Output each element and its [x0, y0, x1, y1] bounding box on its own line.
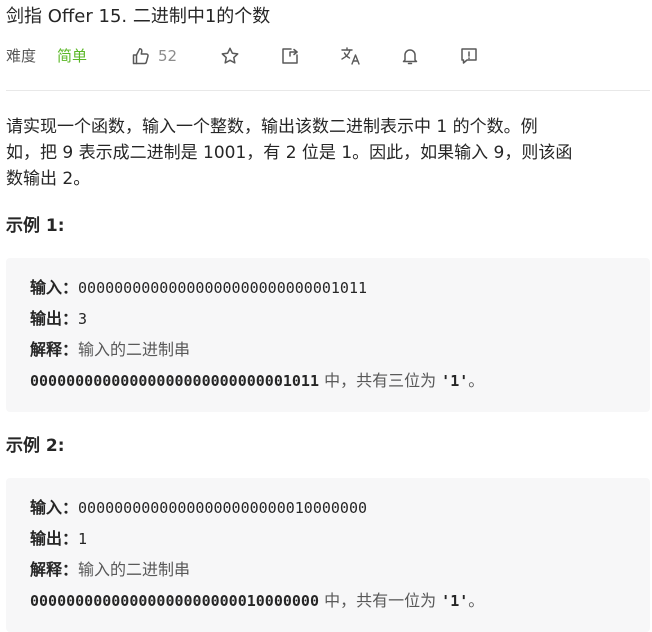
favorite-button[interactable]	[220, 45, 240, 67]
example-1-detail: 00000000000000000000000000001011 中，共有三位为…	[30, 369, 484, 393]
translate-icon	[340, 46, 362, 66]
output-value: 3	[78, 310, 88, 328]
problem-title: 剑指 Offer 15. 二进制中1的个数	[6, 6, 271, 27]
like-button[interactable]: 52	[131, 45, 177, 67]
example-2-block: 输入：00000000000000000000000010000000 输出：1…	[6, 478, 650, 632]
example-1-heading: 示例 1:	[6, 216, 65, 236]
explain-label: 解释：	[30, 340, 79, 359]
example-2-heading: 示例 2:	[6, 436, 65, 456]
example-1-input: 输入：00000000000000000000000000001011	[30, 276, 367, 300]
output-label: 输出：	[30, 529, 79, 548]
share-button[interactable]	[280, 45, 300, 67]
feedback-icon	[459, 46, 479, 66]
description-line: 数输出 2。	[6, 169, 91, 189]
example-2-output: 输出：1	[30, 527, 87, 551]
feedback-button[interactable]	[459, 45, 479, 67]
like-count: 52	[158, 47, 178, 65]
problem-description: 请实现一个函数，输入一个整数，输出该数二进制表示中 1 的个数。例 如，把 9 …	[6, 114, 642, 192]
difficulty-label: 难度	[6, 47, 37, 65]
star-icon	[220, 46, 240, 66]
detail-code: 00000000000000000000000010000000	[30, 592, 319, 610]
example-2-explanation: 解释：输入的二进制串	[30, 558, 190, 582]
description-line: 如，把 9 表示成二进制是 1001，有 2 位是 1。因此，如果输入 9，则该…	[6, 143, 573, 163]
difficulty-value: 简单	[57, 47, 88, 65]
detail-quote: '1'	[441, 592, 469, 610]
input-label: 输入：	[30, 498, 79, 517]
notification-button[interactable]	[400, 45, 420, 67]
explain-text: 输入的二进制串	[78, 340, 191, 359]
detail-quote: '1'	[441, 372, 469, 390]
translate-button[interactable]	[340, 45, 362, 67]
example-1-explanation: 解释：输入的二进制串	[30, 338, 190, 362]
example-1-output: 输出：3	[30, 307, 87, 331]
output-label: 输出：	[30, 309, 79, 328]
bell-icon	[400, 46, 420, 66]
problem-meta-bar: 难度 简单 52	[6, 44, 646, 68]
example-2-detail: 00000000000000000000000010000000 中，共有一位为…	[30, 589, 484, 613]
share-icon	[280, 46, 300, 66]
input-label: 输入：	[30, 278, 79, 297]
thumbs-up-icon	[131, 46, 151, 66]
detail-end: 。	[468, 591, 485, 610]
example-1-block: 输入：00000000000000000000000000001011 输出：3…	[6, 258, 650, 412]
input-value: 00000000000000000000000000001011	[78, 279, 367, 297]
detail-code: 00000000000000000000000000001011	[30, 372, 319, 390]
divider	[6, 90, 650, 91]
output-value: 1	[78, 530, 88, 548]
explain-label: 解释：	[30, 560, 79, 579]
example-2-input: 输入：00000000000000000000000010000000	[30, 496, 367, 520]
input-value: 00000000000000000000000010000000	[78, 499, 367, 517]
detail-mid: 中，共有一位为	[318, 591, 442, 610]
description-line: 请实现一个函数，输入一个整数，输出该数二进制表示中 1 的个数。例	[6, 117, 538, 137]
explain-text: 输入的二进制串	[78, 560, 191, 579]
detail-mid: 中，共有三位为	[318, 371, 442, 390]
detail-end: 。	[468, 371, 485, 390]
